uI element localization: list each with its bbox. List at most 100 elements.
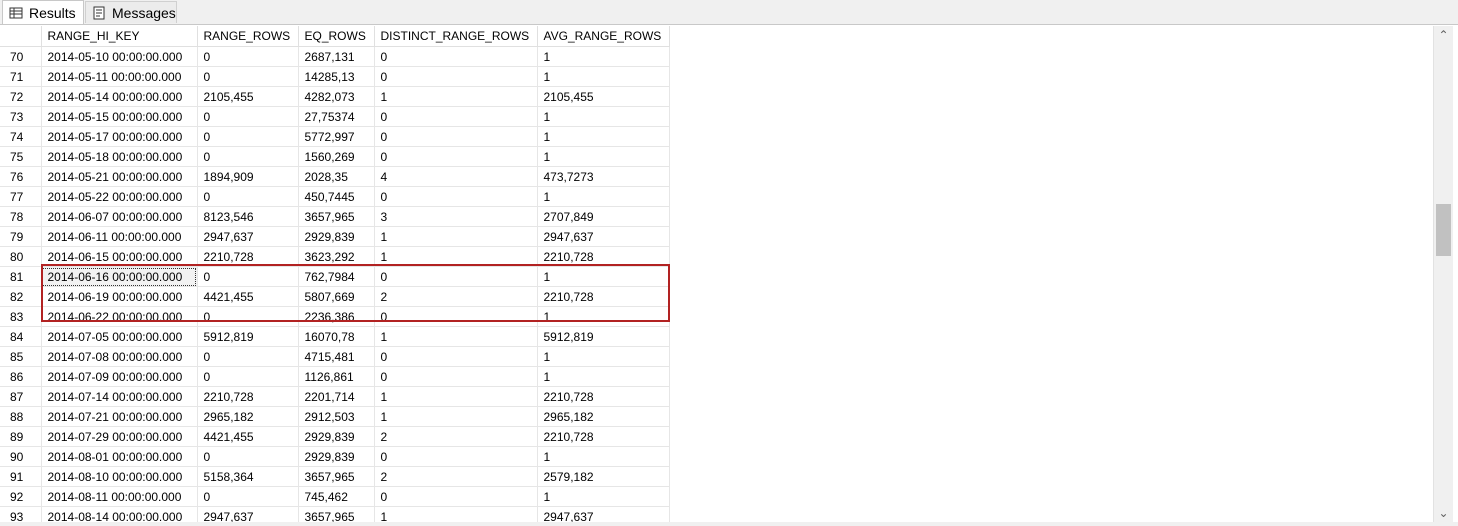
table-cell[interactable]: 2014-06-07 00:00:00.000	[41, 206, 198, 227]
table-cell[interactable]: 0	[197, 46, 299, 67]
table-cell[interactable]: 16070,78	[298, 326, 375, 347]
table-cell[interactable]: 2929,839	[298, 446, 375, 467]
table-cell[interactable]: 2014-06-16 00:00:00.000	[41, 266, 198, 287]
table-cell[interactable]: 473,7273	[537, 166, 670, 187]
table-cell[interactable]: 2929,839	[298, 226, 375, 247]
table-cell[interactable]: 2014-08-11 00:00:00.000	[41, 486, 198, 507]
table-cell[interactable]: 5772,997	[298, 126, 375, 147]
table-cell[interactable]: 2	[374, 426, 538, 447]
column-header[interactable]: RANGE_HI_KEY	[41, 26, 198, 47]
table-cell[interactable]: 450,7445	[298, 186, 375, 207]
table-cell[interactable]: 0	[197, 346, 299, 367]
row-number[interactable]: 87	[0, 386, 42, 407]
table-cell[interactable]: 1	[537, 346, 670, 367]
table-cell[interactable]: 1	[374, 406, 538, 427]
table-cell[interactable]: 2947,637	[197, 226, 299, 247]
table-cell[interactable]: 1	[537, 446, 670, 467]
table-cell[interactable]: 2210,728	[537, 426, 670, 447]
table-cell[interactable]: 2014-06-22 00:00:00.000	[41, 306, 198, 327]
row-number[interactable]: 72	[0, 86, 42, 107]
table-row[interactable]: 89 2014-07-29 00:00:00.000 4421,455 2929,83…	[0, 426, 670, 447]
table-cell[interactable]: 5912,819	[537, 326, 670, 347]
table-cell[interactable]: 0	[374, 306, 538, 327]
column-header[interactable]: RANGE_ROWS	[197, 26, 299, 47]
table-cell[interactable]: 4715,481	[298, 346, 375, 367]
table-cell[interactable]: 1	[537, 66, 670, 87]
table-row[interactable]: 91 2014-08-10 00:00:00.000 5158,364 3657,96…	[0, 466, 670, 487]
row-number[interactable]: 93	[0, 506, 42, 522]
table-cell[interactable]: 1	[537, 46, 670, 67]
row-number[interactable]: 86	[0, 366, 42, 387]
table-cell[interactable]: 2014-05-14 00:00:00.000	[41, 86, 198, 107]
table-row[interactable]: 77 2014-05-22 00:00:00.000 0 450,7445 0 1	[0, 186, 670, 207]
table-row[interactable]: 93 2014-08-14 00:00:00.000 2947,637 3657,96…	[0, 506, 670, 522]
row-number[interactable]: 73	[0, 106, 42, 127]
table-row[interactable]: 80 2014-06-15 00:00:00.000 2210,728 3623,29…	[0, 246, 670, 267]
table-cell[interactable]: 5158,364	[197, 466, 299, 487]
table-cell[interactable]: 2201,714	[298, 386, 375, 407]
table-cell[interactable]: 4421,455	[197, 426, 299, 447]
table-cell[interactable]: 2947,637	[197, 506, 299, 522]
table-row[interactable]: 78 2014-06-07 00:00:00.000 8123,546 3657,96…	[0, 206, 670, 227]
table-row[interactable]: 88 2014-07-21 00:00:00.000 2965,182 2912,50…	[0, 406, 670, 427]
table-cell[interactable]: 0	[197, 306, 299, 327]
column-header[interactable]: EQ_ROWS	[298, 26, 375, 47]
table-cell[interactable]: 2210,728	[537, 386, 670, 407]
table-row[interactable]: 84 2014-07-05 00:00:00.000 5912,819 16070,7…	[0, 326, 670, 347]
table-cell[interactable]: 0	[374, 146, 538, 167]
table-cell[interactable]: 3657,965	[298, 506, 375, 522]
table-cell[interactable]: 0	[374, 186, 538, 207]
table-row[interactable]: 86 2014-07-09 00:00:00.000 0 1126,861 0 1	[0, 366, 670, 387]
table-cell[interactable]: 1	[374, 226, 538, 247]
table-cell[interactable]: 1	[537, 146, 670, 167]
table-row[interactable]: 87 2014-07-14 00:00:00.000 2210,728 2201,71…	[0, 386, 670, 407]
row-number[interactable]: 79	[0, 226, 42, 247]
table-cell[interactable]: 1	[537, 186, 670, 207]
table-cell[interactable]: 3657,965	[298, 206, 375, 227]
table-cell[interactable]: 14285,13	[298, 66, 375, 87]
table-cell[interactable]: 2028,35	[298, 166, 375, 187]
table-row[interactable]: 83 2014-06-22 00:00:00.000 0 2236,386 0 1	[0, 306, 670, 327]
scroll-down-icon[interactable]: ⌄	[1434, 504, 1453, 522]
row-number[interactable]: 85	[0, 346, 42, 367]
table-cell[interactable]: 2687,131	[298, 46, 375, 67]
row-number[interactable]: 80	[0, 246, 42, 267]
table-cell[interactable]: 2014-05-17 00:00:00.000	[41, 126, 198, 147]
scroll-up-icon[interactable]: ⌃	[1434, 26, 1453, 44]
table-row[interactable]: 71 2014-05-11 00:00:00.000 0 14285,13 0 1	[0, 66, 670, 87]
table-cell[interactable]: 8123,546	[197, 206, 299, 227]
row-number[interactable]: 83	[0, 306, 42, 327]
table-row[interactable]: 85 2014-07-08 00:00:00.000 0 4715,481 0 1	[0, 346, 670, 367]
table-cell[interactable]: 1126,861	[298, 366, 375, 387]
table-cell[interactable]: 2947,637	[537, 506, 670, 522]
table-cell[interactable]: 2014-08-01 00:00:00.000	[41, 446, 198, 467]
table-cell[interactable]: 2965,182	[197, 406, 299, 427]
table-row[interactable]: 79 2014-06-11 00:00:00.000 2947,637 2929,83…	[0, 226, 670, 247]
table-cell[interactable]: 1	[374, 246, 538, 267]
table-row[interactable]: 73 2014-05-15 00:00:00.000 0 27,75374 0 1	[0, 106, 670, 127]
table-cell[interactable]: 2014-08-14 00:00:00.000	[41, 506, 198, 522]
table-row[interactable]: 74 2014-05-17 00:00:00.000 0 5772,997 0 1	[0, 126, 670, 147]
table-cell[interactable]: 0	[197, 106, 299, 127]
table-cell[interactable]: 2014-06-15 00:00:00.000	[41, 246, 198, 267]
table-cell[interactable]: 0	[374, 366, 538, 387]
table-row[interactable]: 81 2014-06-16 00:00:00.000 0 762,7984 0 1	[0, 266, 670, 287]
table-cell[interactable]: 1560,269	[298, 146, 375, 167]
table-cell[interactable]: 2014-07-08 00:00:00.000	[41, 346, 198, 367]
table-cell[interactable]: 2014-05-15 00:00:00.000	[41, 106, 198, 127]
row-number[interactable]: 71	[0, 66, 42, 87]
tab-messages[interactable]: Messages	[85, 1, 177, 23]
table-cell[interactable]: 2014-07-14 00:00:00.000	[41, 386, 198, 407]
table-cell[interactable]: 0	[374, 446, 538, 467]
table-cell[interactable]: 0	[374, 126, 538, 147]
table-cell[interactable]: 2014-06-11 00:00:00.000	[41, 226, 198, 247]
table-cell[interactable]: 4282,073	[298, 86, 375, 107]
row-number[interactable]: 76	[0, 166, 42, 187]
table-cell[interactable]: 0	[197, 486, 299, 507]
scroll-thumb[interactable]	[1436, 204, 1451, 256]
table-cell[interactable]: 1	[537, 266, 670, 287]
table-cell[interactable]: 2105,455	[197, 86, 299, 107]
table-cell[interactable]: 2014-05-22 00:00:00.000	[41, 186, 198, 207]
table-row[interactable]: 72 2014-05-14 00:00:00.000 2105,455 4282,07…	[0, 86, 670, 107]
table-cell[interactable]: 2014-05-21 00:00:00.000	[41, 166, 198, 187]
